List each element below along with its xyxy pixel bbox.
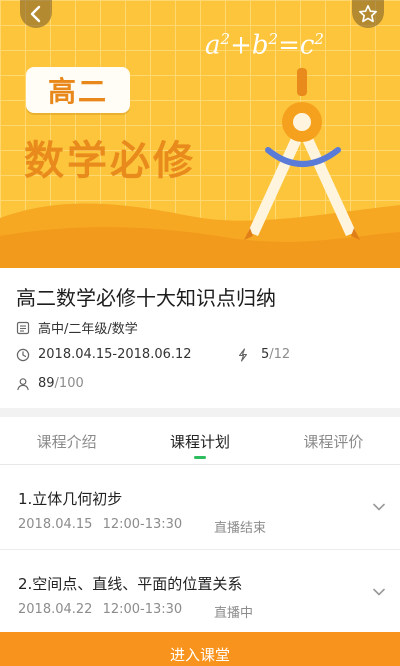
- students-row: 89/100: [16, 376, 84, 391]
- lesson-date: 2018.04.22: [18, 602, 93, 617]
- lesson-title: 1.立体几何初步: [18, 490, 123, 508]
- lesson-title: 2.空间点、直线、平面的位置关系: [18, 575, 243, 593]
- section-divider: [0, 408, 400, 417]
- course-tabs: 课程介绍 课程计划 课程评价: [0, 417, 400, 465]
- course-info: 高二数学必修十大知识点归纳 高中/二年级/数学 2018.04.15-2018.…: [0, 268, 400, 408]
- tab-label: 课程评价: [303, 433, 364, 451]
- person-icon: [17, 377, 29, 390]
- lesson-status: 直播结束: [214, 521, 267, 536]
- document-list-icon: [16, 321, 30, 334]
- lesson-count-row: 5/12: [237, 347, 290, 362]
- lesson-schedule: 2018.04.22 12:00-13:30: [18, 602, 188, 617]
- lesson-item[interactable]: 2.空间点、直线、平面的位置关系 2018.04.22 12:00-13:30 …: [0, 551, 400, 635]
- lesson-time: 12:00-13:30: [102, 602, 183, 617]
- lessons-total: /12: [269, 347, 291, 362]
- course-title: 高二数学必修十大知识点归纳: [16, 286, 276, 310]
- star-outline-icon: [359, 5, 377, 23]
- lesson-status: 直播中: [214, 606, 254, 621]
- clock-icon: [16, 348, 30, 361]
- date-range-row: 2018.04.15-2018.06.12: [16, 347, 192, 362]
- tab-course-review[interactable]: 课程评价: [267, 417, 400, 464]
- grade-path-row: 高中/二年级/数学: [16, 318, 138, 337]
- course-banner: a2+b2=c2 高二 数学必修: [0, 0, 400, 268]
- tab-course-intro[interactable]: 课程介绍: [0, 417, 133, 464]
- lesson-item[interactable]: 1.立体几何初步 2018.04.15 12:00-13:30 直播结束: [0, 466, 400, 550]
- lesson-schedule: 2018.04.15 12:00-13:30: [18, 517, 188, 532]
- grade-path-text: 高中/二年级/数学: [38, 322, 138, 337]
- chevron-down-icon[interactable]: [372, 587, 386, 597]
- chevron-left-icon: [30, 5, 41, 23]
- lesson-date: 2018.04.15: [18, 517, 93, 532]
- grade-label: 高二: [47, 75, 108, 108]
- pythagorean-formula: a2+b2=c2: [205, 30, 324, 61]
- students-enrolled: 89: [38, 376, 55, 391]
- date-range-text: 2018.04.15-2018.06.12: [38, 347, 192, 362]
- tab-label: 课程计划: [169, 433, 230, 451]
- lessons-done: 5: [261, 347, 270, 362]
- lesson-time: 12:00-13:30: [102, 517, 183, 532]
- students-capacity: /100: [54, 376, 84, 391]
- active-tab-indicator: [193, 456, 206, 459]
- subject-title: 数学必修: [24, 138, 196, 184]
- enter-classroom-button[interactable]: 进入课堂: [0, 632, 400, 666]
- tab-course-plan[interactable]: 课程计划: [133, 417, 266, 464]
- grade-card: 高二: [26, 67, 130, 113]
- chevron-down-icon[interactable]: [372, 502, 386, 512]
- tab-label: 课程介绍: [36, 433, 97, 451]
- lesson-progress-icon: [238, 347, 248, 362]
